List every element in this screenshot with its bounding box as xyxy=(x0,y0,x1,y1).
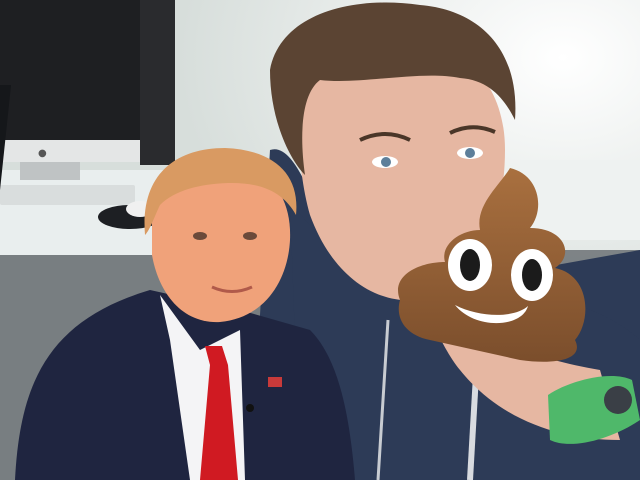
computer-monitor: ● xyxy=(0,0,158,180)
keyboard xyxy=(0,185,135,205)
photo-canvas: ● xyxy=(0,0,640,480)
second-monitor xyxy=(140,0,175,165)
lapel-microphone-icon xyxy=(246,404,254,412)
photo-collage: ● xyxy=(0,0,640,480)
flag-pin-icon xyxy=(268,377,282,387)
window-sill xyxy=(520,160,640,240)
apple-logo-icon: ● xyxy=(38,148,47,159)
